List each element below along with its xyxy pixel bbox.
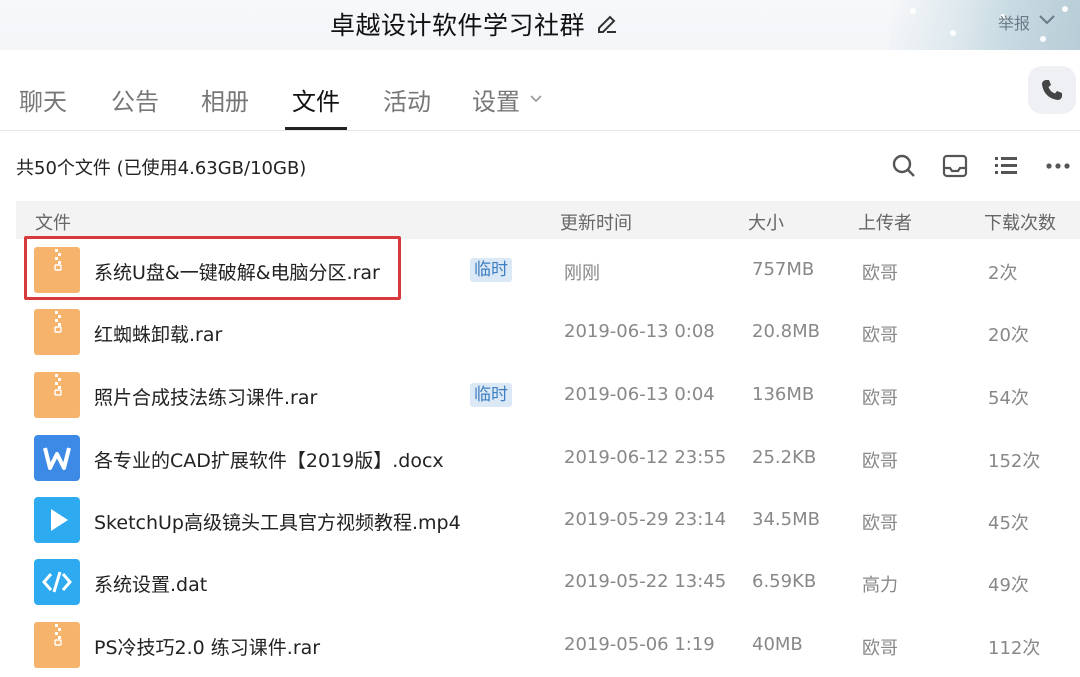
temporary-badge: 临时	[470, 258, 512, 282]
file-name[interactable]: 系统设置.dat	[94, 570, 207, 597]
tab-activity[interactable]: 活动	[381, 68, 433, 130]
file-updated: 2019-06-12 23:55	[564, 447, 727, 468]
file-updated: 2019-05-06 1:19	[564, 634, 715, 655]
file-updated: 刚刚	[564, 263, 600, 284]
file-size: 34.5MB	[752, 509, 820, 530]
file-table-header: 文件 更新时间 大小 上传者 下载次数	[16, 201, 1080, 239]
file-name[interactable]: PS冷技巧2.0 练习课件.rar	[94, 633, 320, 660]
file-name[interactable]: SketchUp高级镜头工具官方视频教程.mp4	[94, 508, 461, 535]
file-downloads: 112次	[988, 638, 1041, 659]
file-row[interactable]: PS冷技巧2.0 练习课件.rar 2019-05-06 1:19 40MB 欧…	[16, 614, 1080, 676]
tab-settings[interactable]: 设置	[472, 68, 552, 130]
file-size: 25.2KB	[752, 447, 817, 468]
file-row[interactable]: 照片合成技法练习课件.rar 临时 2019-06-13 0:04 136MB …	[16, 364, 1080, 426]
title-bar: 卓越设计软件学习社群 举报	[0, 0, 1080, 50]
word-icon	[34, 435, 80, 481]
column-downloads[interactable]: 下载次数	[984, 209, 1056, 235]
phone-icon	[1042, 80, 1062, 100]
zip-icon	[34, 309, 80, 355]
tab-settings-label: 设置	[472, 88, 520, 116]
report-button[interactable]: 举报	[998, 10, 1030, 34]
file-downloads: 45次	[988, 513, 1029, 534]
file-size: 20.8MB	[752, 321, 820, 342]
tab-divider	[0, 130, 1080, 131]
title-group: 卓越设计软件学习社群	[330, 6, 619, 42]
file-updated: 2019-05-29 23:14	[564, 509, 727, 530]
search-icon[interactable]	[890, 152, 918, 180]
tab-bar: 聊天 公告 相册 文件 活动 设置	[0, 68, 1080, 130]
tab-files[interactable]: 文件	[285, 68, 347, 130]
column-updated[interactable]: 更新时间	[560, 209, 632, 235]
file-uploader: 欧哥	[862, 638, 898, 659]
file-row[interactable]: 各专业的CAD扩展软件【2019版】.docx 2019-06-12 23:55…	[16, 427, 1080, 489]
video-icon	[34, 497, 80, 543]
list-view-icon[interactable]	[992, 152, 1020, 180]
file-name[interactable]: 各专业的CAD扩展软件【2019版】.docx	[94, 446, 444, 473]
storage-summary: 共50个文件 (已使用4.63GB/10GB)	[16, 158, 307, 179]
code-icon	[34, 559, 80, 605]
chevron-down-icon	[530, 95, 542, 103]
column-file[interactable]: 文件	[35, 209, 71, 235]
tab-album[interactable]: 相册	[199, 68, 251, 130]
file-size: 757MB	[752, 259, 815, 280]
file-uploader: 欧哥	[862, 451, 898, 472]
temporary-badge: 临时	[470, 383, 512, 407]
file-uploader: 高力	[862, 575, 898, 596]
file-size: 40MB	[752, 634, 803, 655]
file-uploader: 欧哥	[862, 325, 898, 346]
file-row[interactable]: 红蜘蛛卸载.rar 2019-06-13 0:08 20.8MB 欧哥 20次	[16, 301, 1080, 363]
inbox-icon[interactable]	[941, 152, 969, 180]
edit-icon[interactable]	[595, 12, 619, 36]
file-downloads: 152次	[988, 451, 1041, 472]
file-downloads: 49次	[988, 575, 1029, 596]
group-title: 卓越设计软件学习社群	[330, 11, 586, 40]
file-size: 136MB	[752, 384, 815, 405]
file-uploader: 欧哥	[862, 388, 898, 409]
tab-chat[interactable]: 聊天	[17, 68, 69, 130]
highlight-box	[24, 236, 401, 300]
file-updated: 2019-06-13 0:08	[564, 321, 715, 342]
file-downloads: 2次	[988, 263, 1018, 284]
file-downloads: 54次	[988, 388, 1029, 409]
chevron-down-icon[interactable]	[1036, 8, 1058, 30]
file-uploader: 欧哥	[862, 263, 898, 284]
file-downloads: 20次	[988, 325, 1029, 346]
file-row[interactable]: 系统设置.dat 2019-05-22 13:45 6.59KB 高力 49次	[16, 551, 1080, 613]
file-uploader: 欧哥	[862, 513, 898, 534]
zip-icon	[34, 622, 80, 668]
file-updated: 2019-05-22 13:45	[564, 571, 727, 592]
column-uploader[interactable]: 上传者	[858, 209, 912, 235]
file-name[interactable]: 照片合成技法练习课件.rar	[94, 383, 317, 410]
zip-icon	[34, 372, 80, 418]
tab-announcement[interactable]: 公告	[109, 68, 161, 130]
column-size[interactable]: 大小	[748, 209, 784, 235]
file-row[interactable]: SketchUp高级镜头工具官方视频教程.mp4 2019-05-29 23:1…	[16, 489, 1080, 551]
file-name[interactable]: 红蜘蛛卸载.rar	[94, 320, 222, 347]
file-updated: 2019-06-13 0:04	[564, 384, 715, 405]
voice-call-button[interactable]	[1028, 66, 1076, 114]
more-icon[interactable]	[1044, 152, 1072, 180]
file-size: 6.59KB	[752, 571, 817, 592]
